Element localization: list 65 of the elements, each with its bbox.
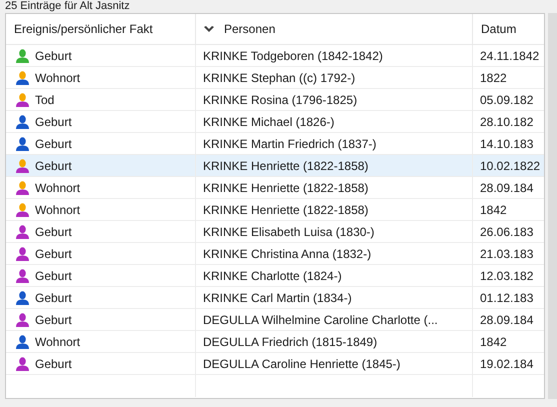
table-row[interactable]: Geburt DEGULLA Wilhelmine Caroline Charlotte (... 28.09.184 [6,309,544,331]
table-cell-text: Geburt [35,48,72,64]
table-row[interactable]: Geburt DEGULLA Caroline Henriette (1845-) 19.02.184 [6,353,544,375]
table-cell-text: Wohnort [35,70,80,86]
column-header[interactable]: Personen [196,14,473,44]
table-cell-text: KRINKE Elisabeth Luisa (1830-) [203,224,374,240]
table-cell-text: KRINKE Martin Friedrich (1837-) [203,136,376,152]
table-cell-text: Geburt [35,114,72,130]
table-cell-text: KRINKE Rosina (1796-1825) [203,92,358,108]
table-cell-text: Tod [35,92,54,108]
table-cell-text: Geburt [35,290,72,306]
caption: 25 Einträge für Alt Jasnitz [5,0,130,13]
table-cell-text: KRINKE Henriette (1822-1858) [203,158,368,174]
table-cell-text: KRINKE Stephan ((c) 1792-) [203,70,356,86]
table-row[interactable]: Geburt KRINKE Henriette (1822-1858) 10.02.1822 [6,155,544,177]
table-cell-text: 28.09.184 [480,180,534,196]
table-cell-text: Wohnort [35,180,80,196]
table-cell-text: Geburt [35,356,72,372]
table-cell-text: KRINKE Charlotte (1824-) [203,268,342,284]
table-cell-text: Geburt [35,224,72,240]
table-cell-text: Geburt [35,136,72,152]
table-cell-text: DEGULLA Friedrich (1815-1849) [203,334,378,350]
table-cell-text: 26.06.183 [480,224,534,240]
table-cell-text: 12.03.182 [480,268,534,284]
table-cell-text: DEGULLA Wilhelmine Caroline Charlotte (... [203,312,438,328]
table-cell-text: KRINKE Henriette (1822-1858) [203,202,368,218]
table-row[interactable]: Wohnort KRINKE Stephan ((c) 1792-) 1822 [6,67,544,89]
table-row[interactable]: Geburt KRINKE Todgeboren (1842-1842) 24.11.1842 [6,45,544,67]
table-cell-text: 21.03.183 [480,246,534,262]
table-cell-text: 1842 [480,334,507,350]
table-cell-text: KRINKE Todgeboren (1842-1842) [203,48,383,64]
table-cell-text: Geburt [35,158,72,174]
table-row[interactable]: Geburt KRINKE Charlotte (1824-) 12.03.182 [6,265,544,287]
table-cell-text: KRINKE Henriette (1822-1858) [203,180,368,196]
table-cell-text: 28.10.182 [480,114,534,130]
table-cell-text: Geburt [35,246,72,262]
column-header[interactable]: Ereignis/persönlicher Fakt [6,14,196,44]
table-row[interactable]: Wohnort KRINKE Henriette (1822-1858) 28.09.184 [6,177,544,199]
table-cell-text: 28.09.184 [480,312,534,328]
table-row[interactable]: Geburt KRINKE Michael (1826-) 28.10.182 [6,111,544,133]
table-cell-text: 01.12.183 [480,290,534,306]
table-row[interactable]: Wohnort DEGULLA Friedrich (1815-1849) 1842 [6,331,544,353]
table-cell-text: DEGULLA Caroline Henriette (1845-) [203,356,400,372]
table-cell-text: KRINKE Michael (1826-) [203,114,334,130]
table-cell-text: KRINKE Christina Anna (1832-) [203,246,372,262]
table-row[interactable]: Geburt KRINKE Christina Anna (1832-) 21.03.183 [6,243,544,265]
table-cell-text: 1842 [480,202,507,218]
table-cell-text: KRINKE Carl Martin (1834-) [203,290,352,306]
table-row[interactable]: Geburt KRINKE Carl Martin (1834-) 01.12.183 [6,287,544,309]
sort-chevron-icon [204,26,214,32]
table-row[interactable]: Wohnort KRINKE Henriette (1822-1858) 1842 [6,199,544,221]
table-row[interactable]: Tod KRINKE Rosina (1796-1825) 05.09.182 [6,89,544,111]
table-row[interactable]: Geburt KRINKE Elisabeth Luisa (1830-) 26.06.183 [6,221,544,243]
table-cell-text: 14.10.183 [480,136,534,152]
column-header[interactable]: Datum [473,14,544,44]
table-cell-text: Geburt [35,268,72,284]
table-cell-text: 10.02.1822 [480,158,540,174]
table-cell-text: 1822 [480,70,507,86]
table-cell-text: Wohnort [35,334,80,350]
table-cell-text: 05.09.182 [480,92,534,108]
table-cell-text: Geburt [35,312,72,328]
table-row[interactable]: Geburt KRINKE Martin Friedrich (1837-) 14.10.183 [6,133,544,155]
table-cell-text: 24.11.1842 [480,48,540,64]
table-cell-text: 19.02.184 [480,356,534,372]
table-cell-text: Wohnort [35,202,80,218]
